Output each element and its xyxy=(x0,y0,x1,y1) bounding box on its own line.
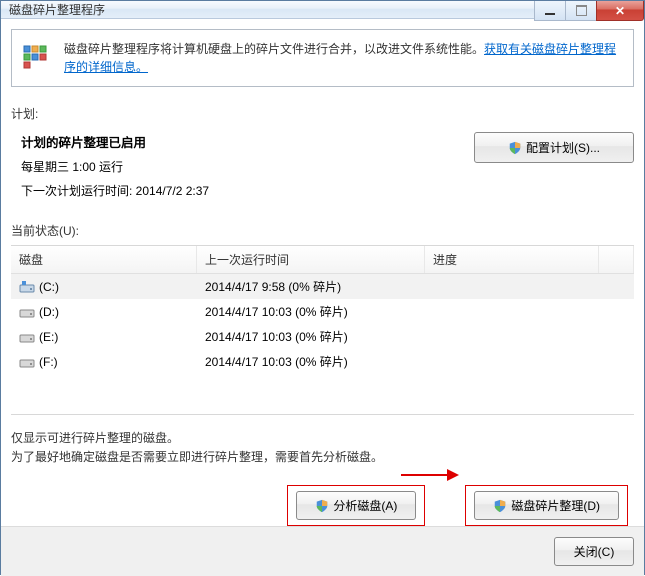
minimize-button[interactable] xyxy=(534,1,566,21)
window-title: 磁盘碎片整理程序 xyxy=(9,1,105,18)
schedule-label: 计划: xyxy=(11,105,634,122)
header-progress[interactable]: 进度 xyxy=(425,246,599,273)
close-window-button[interactable] xyxy=(596,1,644,21)
defrag-app-icon xyxy=(22,40,54,72)
action-buttons: 分析磁盘(A) 磁盘碎片整理(D) xyxy=(11,485,634,526)
last-run-cell: 2014/4/17 10:03 (0% 碎片) xyxy=(197,349,425,374)
table-header: 磁盘 上一次运行时间 进度 xyxy=(11,246,634,274)
titlebar[interactable]: 磁盘碎片整理程序 xyxy=(1,1,644,19)
table-row[interactable]: (D:) 2014/4/17 10:03 (0% 碎片) xyxy=(11,299,634,324)
last-run-cell: 2014/4/17 10:03 (0% 碎片) xyxy=(197,324,425,349)
configure-schedule-button[interactable]: 配置计划(S)... xyxy=(474,132,634,163)
header-disk[interactable]: 磁盘 xyxy=(11,246,197,273)
disk-name: (F:) xyxy=(39,355,58,369)
disk-name: (E:) xyxy=(39,330,58,344)
drive-icon xyxy=(19,330,35,344)
annotation-box: 分析磁盘(A) xyxy=(287,485,425,526)
schedule-area: 计划的碎片整理已启用 每星期三 1:00 运行 下一次计划运行时间: 2014/… xyxy=(11,132,634,206)
disk-name: (D:) xyxy=(39,305,59,319)
window-controls xyxy=(535,1,644,21)
defrag-window: 磁盘碎片整理程序 磁盘碎片整理程序将计算机硬盘上的碎片文件进行合并，以改进文件系… xyxy=(0,0,645,575)
shield-icon xyxy=(493,499,507,513)
schedule-next-run: 下一次计划运行时间: 2014/7/2 2:37 xyxy=(21,182,474,199)
last-run-cell: 2014/4/17 9:58 (0% 碎片) xyxy=(197,274,425,299)
schedule-enabled-title: 计划的碎片整理已启用 xyxy=(21,136,146,150)
annotation-box: 磁盘碎片整理(D) xyxy=(465,485,628,526)
schedule-text: 计划的碎片整理已启用 每星期三 1:00 运行 下一次计划运行时间: 2014/… xyxy=(11,132,474,206)
annotation-arrow-icon xyxy=(399,463,459,487)
last-run-cell: 2014/4/17 10:03 (0% 碎片) xyxy=(197,299,425,324)
schedule-frequency: 每星期三 1:00 运行 xyxy=(21,158,474,175)
disk-name: (C:) xyxy=(39,280,59,294)
table-row[interactable]: (E:) 2014/4/17 10:03 (0% 碎片) xyxy=(11,324,634,349)
analyze-disk-button[interactable]: 分析磁盘(A) xyxy=(296,491,416,520)
content-area: 磁盘碎片整理程序将计算机硬盘上的碎片文件进行合并，以改进文件系统性能。获取有关磁… xyxy=(1,19,644,526)
close-button[interactable]: 关闭(C) xyxy=(554,537,634,566)
shield-icon xyxy=(315,499,329,513)
maximize-button[interactable] xyxy=(565,1,597,21)
table-row[interactable]: (F:) 2014/4/17 10:03 (0% 碎片) xyxy=(11,349,634,374)
shield-icon xyxy=(508,141,522,155)
status-label: 当前状态(U): xyxy=(11,222,634,239)
hint-text: 仅显示可进行碎片整理的磁盘。 为了最好地确定磁盘是否需要立即进行碎片整理，需要首… xyxy=(11,429,634,467)
table-body: (C:) 2014/4/17 9:58 (0% 碎片) (D:) 2014/4/… xyxy=(11,274,634,414)
drive-icon xyxy=(19,305,35,319)
defrag-disk-button[interactable]: 磁盘碎片整理(D) xyxy=(474,491,619,520)
footer: 关闭(C) xyxy=(1,526,644,576)
info-text: 磁盘碎片整理程序将计算机硬盘上的碎片文件进行合并，以改进文件系统性能。获取有关磁… xyxy=(64,40,621,76)
info-panel: 磁盘碎片整理程序将计算机硬盘上的碎片文件进行合并，以改进文件系统性能。获取有关磁… xyxy=(11,29,634,87)
system-drive-icon xyxy=(19,280,35,294)
header-spacer xyxy=(599,246,634,273)
table-row[interactable]: (C:) 2014/4/17 9:58 (0% 碎片) xyxy=(11,274,634,299)
header-last-run[interactable]: 上一次运行时间 xyxy=(197,246,425,273)
disk-table: 磁盘 上一次运行时间 进度 (C:) 2014/4/17 9:58 (0% 碎片… xyxy=(11,245,634,415)
drive-icon xyxy=(19,355,35,369)
